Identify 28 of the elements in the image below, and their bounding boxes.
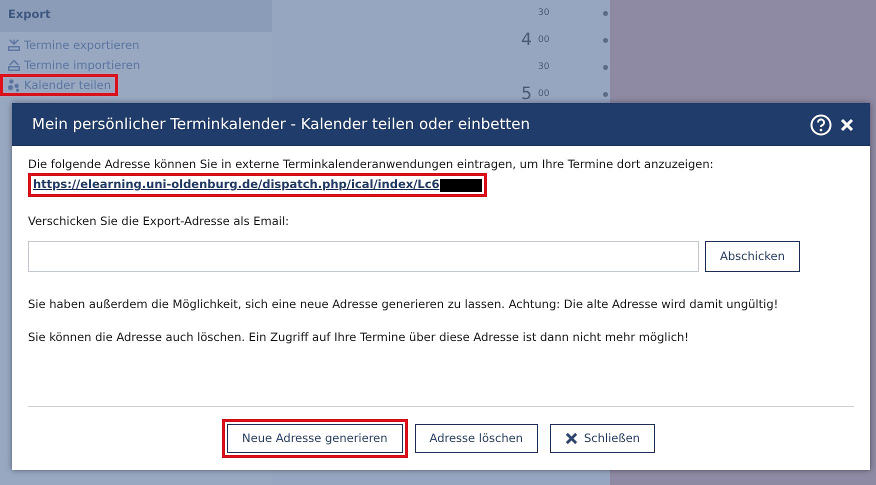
minute-label: 30: [538, 6, 550, 20]
dialog-button[interactable]: Adresse löschen: [414, 424, 538, 453]
send-button[interactable]: Abschicken: [705, 240, 800, 272]
close-icon[interactable]: [840, 118, 854, 132]
people-icon: [7, 78, 21, 92]
hour-label: 5: [520, 82, 532, 106]
close-button[interactable]: Schließen: [550, 424, 655, 453]
dialog-button[interactable]: Neue Adresse generieren: [227, 424, 403, 453]
minute-label: 00: [538, 34, 550, 47]
minute-label: 30: [538, 60, 550, 74]
help-icon[interactable]: [810, 114, 832, 136]
dot-icon: [603, 11, 608, 16]
tray-down-icon: [7, 38, 21, 52]
close-icon: [564, 432, 578, 445]
minute-label: 00: [538, 88, 550, 101]
dot-icon: [603, 38, 608, 43]
tray-up-icon: [7, 58, 21, 72]
email-label: Verschicken Sie die Export-Adresse als Email:: [28, 212, 290, 230]
email-input[interactable]: [28, 240, 699, 272]
sidebar-heading: Export: [0, 0, 272, 32]
dialog-title: Mein persönlicher Terminkalender - Kalender teilen oder einbetten: [32, 114, 530, 136]
dot-icon: [603, 92, 608, 97]
calendar-url-link[interactable]: https://elearning.uni-oldenburg.de/dispatch.php/ical/index/Lc6: [33, 177, 440, 192]
info-text: Sie können die Adresse auch löschen. Ein Zugriff auf Ihre Termine über diese Adresse ist dann nicht mehr möglich!: [28, 329, 690, 346]
intro-text: Die folgende Adresse können Sie in externe Terminkalenderanwendungen eintragen, um Ihre Termine dort anzuzeigen:: [28, 156, 715, 173]
hour-label: 4: [520, 28, 532, 52]
dot-icon: [603, 65, 608, 70]
info-text: Sie haben außerdem die Möglichkeit, sich eine neue Adresse generieren zu lassen. Achtung: Die alte Adresse wird damit ungültig!: [28, 296, 780, 313]
